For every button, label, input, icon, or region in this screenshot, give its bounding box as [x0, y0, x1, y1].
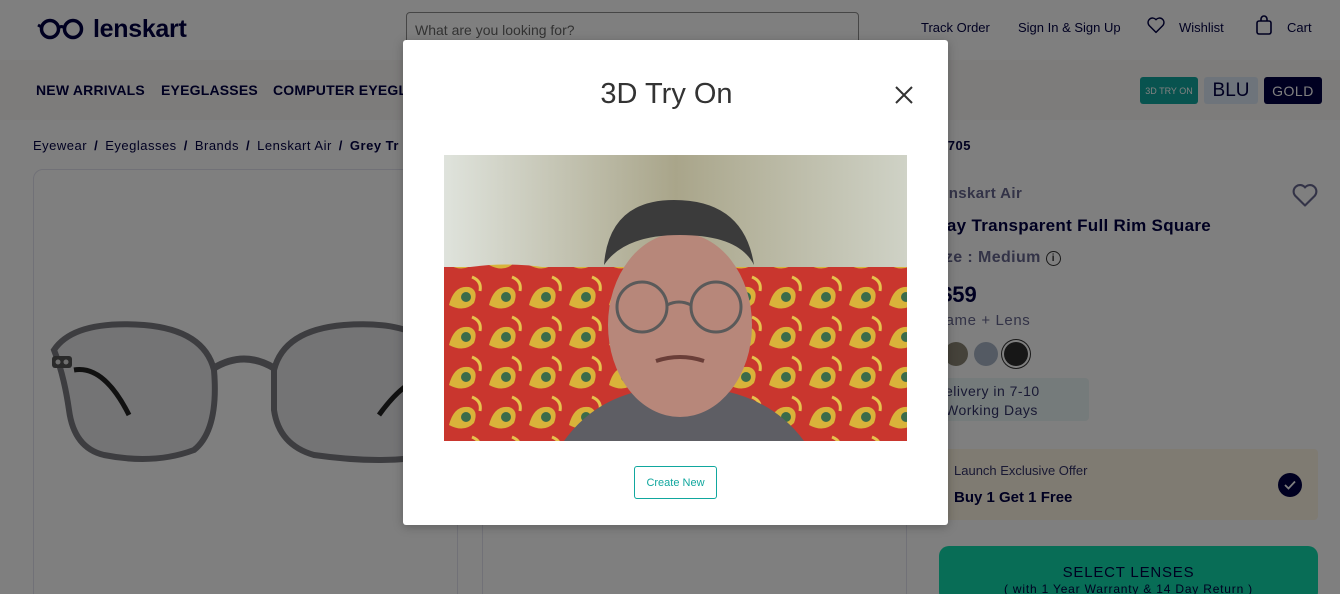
user-face-photo — [444, 155, 907, 441]
close-icon[interactable] — [889, 80, 919, 110]
3d-try-on-modal: 3D Try On Create New — [403, 40, 948, 525]
camera-preview — [444, 155, 907, 441]
create-new-button[interactable]: Create New — [634, 466, 717, 499]
modal-title: 3D Try On — [600, 78, 733, 110]
